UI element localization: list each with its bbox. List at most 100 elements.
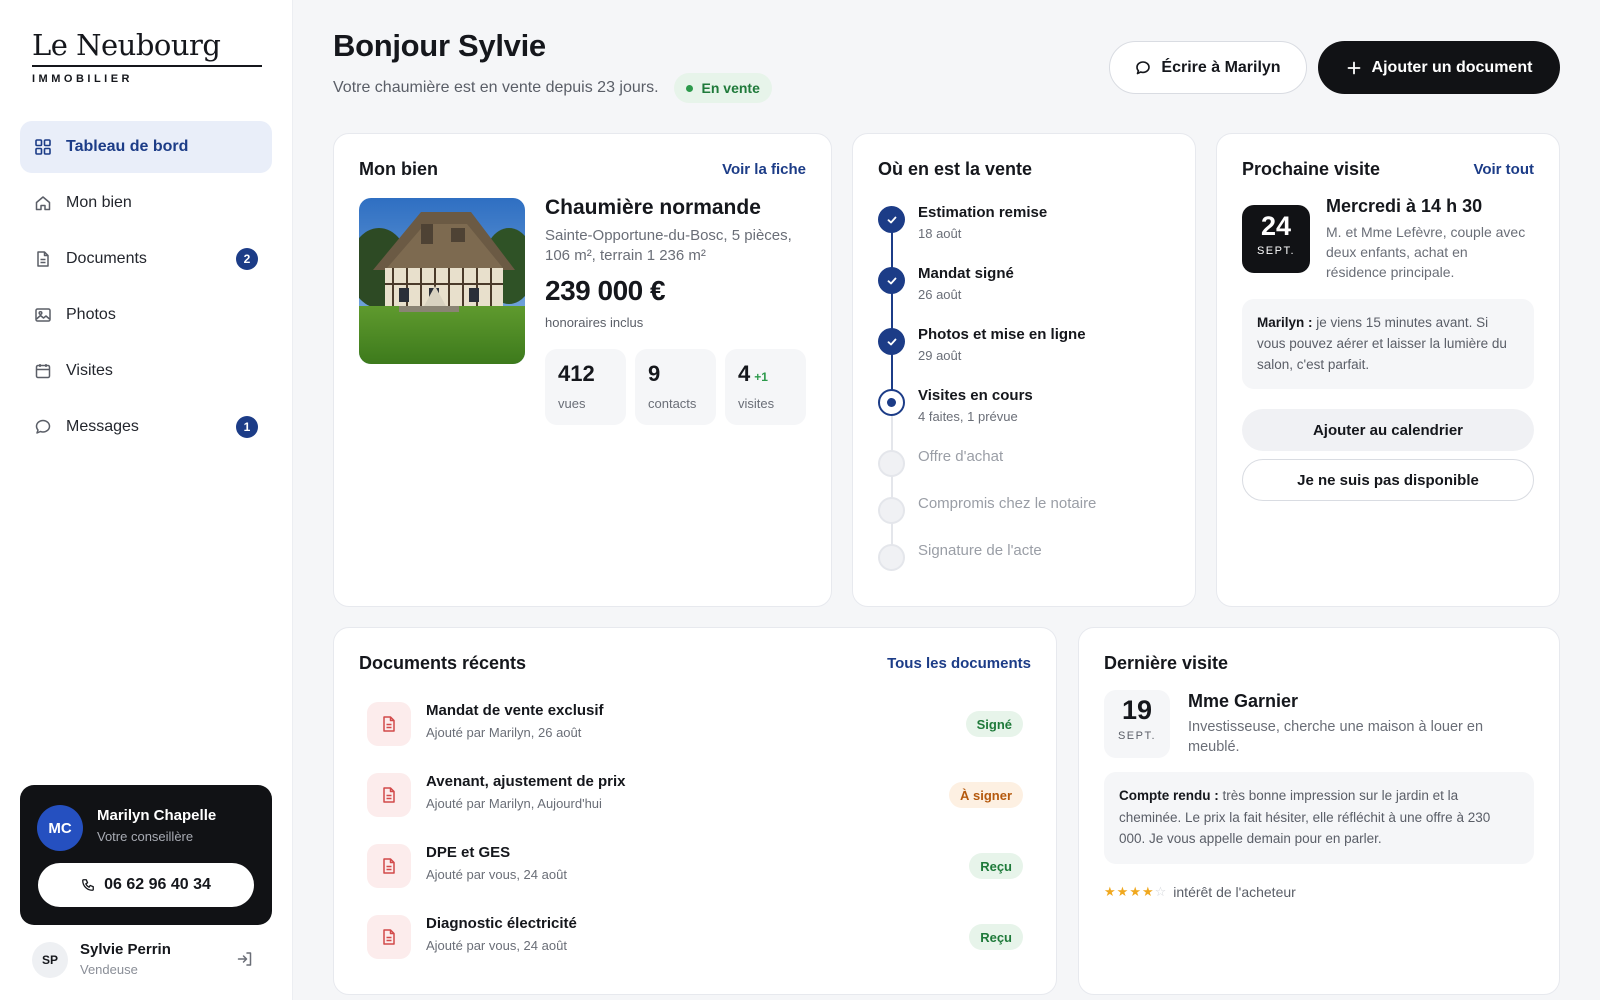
advisor-role: Votre conseillère: [97, 829, 194, 844]
rating-label: intérêt de l'acheteur: [1173, 884, 1296, 900]
file-icon: [367, 773, 411, 817]
star-rating-icon: ★★★★☆: [1104, 884, 1167, 900]
view-listing-link[interactable]: Voir la fiche: [722, 161, 806, 178]
visit-date-badge: 24 SEPT.: [1242, 205, 1310, 273]
page-subtitle: Votre chaumière est en vente depuis 23 j…: [333, 73, 772, 103]
file-icon: [367, 844, 411, 888]
document-row[interactable]: Mandat de vente exclusif Ajouté par Mari…: [359, 694, 1023, 750]
advisor-phone-number: 06 62 96 40 34: [104, 876, 211, 893]
step-date: 18 août: [918, 226, 962, 241]
brand-name: Le Neubourg: [32, 28, 262, 67]
view-all-visits-link[interactable]: Voir tout: [1473, 161, 1534, 178]
step-label: Mandat signé: [918, 265, 1014, 282]
visit-time: Mercredi à 14 h 30: [1326, 196, 1483, 216]
document-row[interactable]: DPE et GES Ajouté par vous, 24 août Reçu: [359, 836, 1023, 892]
stat-label: vues: [558, 396, 586, 411]
not-available-button[interactable]: Je ne suis pas disponible: [1242, 459, 1534, 501]
sidebar-item-messages[interactable]: Messages 1: [20, 401, 272, 453]
document-meta: Ajouté par vous, 24 août: [426, 938, 567, 953]
next-visit-card: Prochaine visite Voir tout 24 SEPT. Merc…: [1216, 133, 1560, 607]
document-row[interactable]: Diagnostic électricité Ajouté par vous, …: [359, 907, 1023, 963]
report-label: Compte rendu :: [1119, 788, 1219, 803]
advisor-note: Marilyn : je viens 15 minutes avant. Si …: [1242, 299, 1534, 389]
last-visit-date-badge: 19 SEPT.: [1104, 690, 1170, 758]
card-title: Documents récents: [359, 653, 527, 673]
card-title: Où en est la vente: [878, 159, 1033, 179]
step-label: Signature de l'acte: [918, 542, 1042, 559]
advisor-name: Marilyn Chapelle: [97, 807, 217, 824]
check-icon: [878, 328, 905, 355]
visit-month: SEPT.: [1256, 245, 1296, 257]
star-filled-icon: ★: [1129, 884, 1142, 899]
visitor-description: Investisseuse, cherche une maison à loue…: [1188, 719, 1484, 755]
step-date: 26 août: [918, 287, 962, 302]
add-document-button[interactable]: Ajouter un document: [1318, 41, 1560, 94]
page-title: Bonjour Sylvie: [333, 28, 546, 63]
status-badge: En vente: [673, 73, 772, 103]
property-card: Mon bien Voir la fiche Chaumière normand…: [333, 133, 832, 607]
sidebar-item-property[interactable]: Mon bien: [20, 177, 272, 229]
advisor-card: MC Marilyn Chapelle Votre conseillère 06…: [20, 785, 272, 925]
documents-count-badge: 2: [236, 248, 258, 270]
write-advisor-button[interactable]: Écrire à Marilyn: [1109, 41, 1307, 94]
progress-line-pending: [891, 400, 893, 560]
file-icon: [367, 702, 411, 746]
property-photo[interactable]: [359, 198, 525, 364]
sidebar-item-label: Mon bien: [66, 194, 132, 211]
document-meta: Ajouté par vous, 24 août: [426, 867, 567, 882]
sidebar-item-dashboard[interactable]: Tableau de bord: [20, 121, 272, 173]
note-author: Marilyn :: [1257, 315, 1313, 330]
write-advisor-label: Écrire à Marilyn: [1161, 58, 1281, 76]
card-title: Mon bien: [359, 159, 438, 179]
sidebar-item-documents[interactable]: Documents 2: [20, 233, 272, 285]
sidebar-item-photos[interactable]: Photos: [20, 289, 272, 341]
pending-step-icon: [878, 450, 905, 477]
step-label: Visites en cours: [918, 387, 1033, 404]
thatched-cottage-image: [359, 198, 525, 364]
sidebar: Le Neubourg IMMOBILIER Tableau de bord M…: [0, 0, 293, 1000]
advisor-avatar: MC: [37, 805, 83, 851]
last-visit-card: Dernière visite 19 SEPT. Mme Garnier Inv…: [1078, 627, 1560, 995]
add-to-calendar-button[interactable]: Ajouter au calendrier: [1242, 409, 1534, 451]
stat-label: visites: [738, 396, 775, 411]
document-status-badge: Reçu: [969, 924, 1023, 950]
star-empty-icon: ☆: [1154, 884, 1168, 899]
document-row[interactable]: Avenant, ajustement de prix Ajouté par M…: [359, 765, 1023, 821]
plus-icon: [1347, 61, 1360, 74]
sidebar-item-label: Messages: [66, 418, 139, 435]
all-documents-link[interactable]: Tous les documents: [887, 655, 1031, 672]
document-name: Avenant, ajustement de prix: [426, 773, 626, 790]
chat-icon: [34, 418, 52, 436]
stat-views: 412 vues: [545, 349, 626, 425]
star-filled-icon: ★: [1104, 884, 1117, 899]
stat-value: 4 +1: [738, 361, 768, 386]
check-icon: [878, 206, 905, 233]
status-dot-icon: [685, 84, 693, 92]
logout-icon[interactable]: [236, 950, 254, 968]
stat-value: 412: [558, 361, 595, 386]
buyer-interest-rating: ★★★★☆ intérêt de l'acheteur: [1104, 884, 1296, 900]
document-icon: [34, 250, 52, 268]
document-meta: Ajouté par Marilyn, Aujourd'hui: [426, 796, 602, 811]
current-step-icon: [878, 389, 905, 416]
document-name: Mandat de vente exclusif: [426, 702, 604, 719]
step-date: 29 août: [918, 348, 962, 363]
status-label: En vente: [701, 80, 760, 96]
step-label: Compromis chez le notaire: [918, 495, 1097, 512]
home-icon: [34, 194, 52, 212]
step-label: Offre d'achat: [918, 448, 1004, 465]
star-filled-icon: ★: [1116, 884, 1130, 899]
sale-duration-text: Votre chaumière est en vente depuis 23 j…: [333, 79, 659, 96]
step-date: 4 faites, 1 prévue: [918, 409, 1018, 424]
brand-logo[interactable]: Le Neubourg IMMOBILIER: [32, 28, 262, 85]
user-name: Sylvie Perrin: [80, 941, 171, 958]
calendar-icon: [34, 362, 52, 380]
call-advisor-button[interactable]: 06 62 96 40 34: [38, 863, 254, 907]
file-icon: [367, 915, 411, 959]
visitor-description: M. et Mme Lefèvre, couple avec deux enfa…: [1326, 224, 1526, 280]
step-label: Estimation remise: [918, 204, 1048, 221]
sidebar-item-visits[interactable]: Visites: [20, 345, 272, 397]
sale-progress-card: Où en est la vente Estimation remise 18 …: [852, 133, 1196, 607]
sidebar-item-label: Visites: [66, 362, 113, 379]
check-icon: [878, 267, 905, 294]
